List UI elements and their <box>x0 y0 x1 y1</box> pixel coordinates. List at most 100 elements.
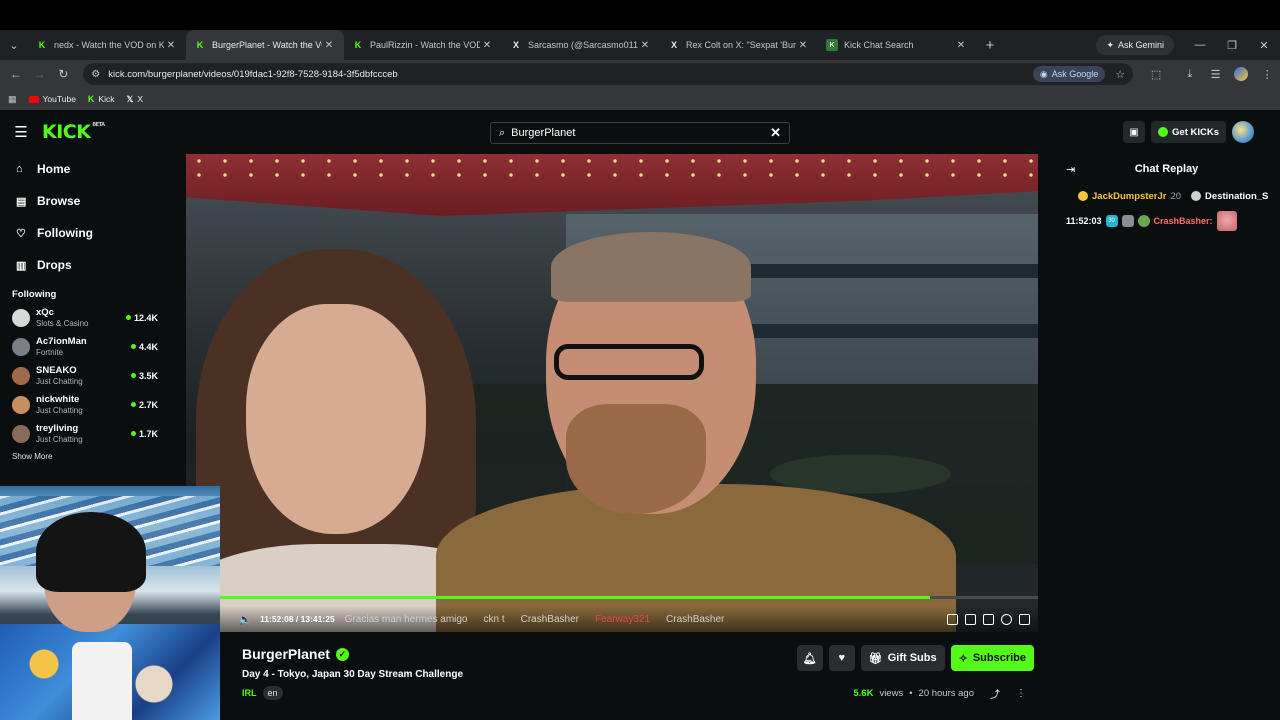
address-bar[interactable]: ⚙ kick.com/burgerplanet/videos/019fdac1-… <box>83 63 1134 85</box>
video-player[interactable] <box>186 154 1038 632</box>
tab-3[interactable]: X Sarcasmo (@Sarcasmo011011)✕ <box>502 30 660 60</box>
following-item[interactable]: Ac7ionMan Fortnite 4.4K <box>0 332 172 361</box>
viewer-count: 1.7K <box>130 429 172 439</box>
settings-gear-icon[interactable] <box>1001 613 1012 625</box>
minimize-icon[interactable]: — <box>1184 39 1216 51</box>
media-queue-icon[interactable]: ☰ <box>1203 68 1229 81</box>
avatar <box>12 366 30 385</box>
bookmark-kick[interactable]: K Kick <box>88 94 115 104</box>
clip-icon[interactable] <box>947 613 958 625</box>
live-dot-icon <box>130 344 136 349</box>
tab-close-icon[interactable]: ✕ <box>322 40 336 51</box>
language-tag[interactable]: en <box>262 686 283 700</box>
silver-badge-icon <box>1191 191 1202 201</box>
more-options-icon[interactable]: ⋮ <box>1016 688 1026 699</box>
x-logo-icon: X <box>670 40 677 50</box>
sidebar-item-label: Following <box>37 226 93 240</box>
kicks-coin-icon <box>1158 127 1169 137</box>
viewer-count-value: 2.7K <box>138 399 158 410</box>
site-info-icon[interactable]: ⚙ <box>91 69 100 80</box>
tab-close-icon[interactable]: ✕ <box>164 40 178 51</box>
bookmark-youtube[interactable]: YouTube <box>28 94 76 104</box>
clear-search-icon[interactable]: ✕ <box>770 125 781 141</box>
restore-icon[interactable]: ❐ <box>1216 39 1248 52</box>
tab-close-icon[interactable]: ✕ <box>796 40 810 51</box>
ask-google-button[interactable]: ◉ Ask Google <box>1032 66 1106 82</box>
back-arrow-icon[interactable]: ← <box>4 67 28 81</box>
gifter-name[interactable]: Destination_S <box>1205 191 1268 202</box>
following-item-text: SNEAKO Just Chatting <box>36 365 131 387</box>
tab-close-icon[interactable]: ✕ <box>954 40 968 51</box>
bookmark-x[interactable]: 𝕏 X <box>126 94 143 105</box>
share-icon[interactable]: ⤴ <box>990 686 1000 701</box>
tab-5[interactable]: K Kick Chat Search ✕ <box>818 30 976 60</box>
bookmark-star-icon[interactable]: ☆ <box>1115 68 1125 81</box>
following-item[interactable]: xQc Slots & Casino 12.4K <box>0 303 172 332</box>
x-logo-icon: 𝕏 <box>126 93 134 104</box>
tab-2[interactable]: K PaulRizzin - Watch the VOD on✕ <box>344 30 502 60</box>
channel-category: Slots & Casino <box>36 318 89 328</box>
tab-search-chevron-icon[interactable]: ⌄ <box>0 30 28 60</box>
tab-close-icon[interactable]: ✕ <box>638 40 652 51</box>
category-tag[interactable]: IRL <box>242 688 257 698</box>
seek-bar[interactable] <box>220 596 1038 599</box>
theater-mode-icon[interactable] <box>965 613 976 625</box>
reload-icon[interactable]: ↻ <box>52 67 76 81</box>
ask-gemini-button[interactable]: ✦ Ask Gemini <box>1096 35 1174 55</box>
sidebar-item-home[interactable]: ⌂ Home <box>0 153 172 185</box>
tab-close-icon[interactable]: ✕ <box>480 40 494 51</box>
fullscreen-icon[interactable] <box>1019 613 1030 625</box>
window-close-icon[interactable]: ✕ <box>1248 39 1280 52</box>
browser-menu-icon[interactable]: ⋮ <box>1254 68 1280 81</box>
hamburger-menu-icon[interactable]: ☰ <box>0 123 42 141</box>
sidebar-item-following[interactable]: ♡ Following <box>0 217 172 249</box>
tab-4[interactable]: X Rex Colt on X: "Sexpat 'BurgerP✕ <box>660 30 818 60</box>
search-input[interactable]: ⌕ BurgerPlanet ✕ <box>490 122 790 144</box>
sidebar-item-browse[interactable]: ▤ Browse <box>0 185 172 217</box>
volume-icon[interactable]: 🔈 <box>234 613 256 626</box>
dashboard-icon[interactable]: ▣ <box>1123 121 1146 143</box>
gifter-name[interactable]: JackDumpsterJr <box>1092 191 1166 202</box>
tab-0[interactable]: Knedx - Watch the VOD on Kick ✕ <box>28 30 186 60</box>
sidebar-item-drops[interactable]: ▥ Drops <box>0 249 172 281</box>
live-dot-icon <box>130 431 136 436</box>
user-avatar[interactable] <box>1232 121 1254 143</box>
extensions-icon[interactable]: ⬚ <box>1143 68 1169 81</box>
subscribe-button[interactable]: ✧ Subscribe <box>950 645 1034 671</box>
ticker-message: Fearway321 <box>594 613 651 625</box>
follow-heart-button[interactable]: ♥ <box>828 645 855 671</box>
url-text[interactable]: kick.com/burgerplanet/videos/019fdac1-92… <box>108 69 1033 80</box>
streamer-name[interactable]: BurgerPlanet <box>242 646 330 662</box>
tab-1[interactable]: K BurgerPlanet - Watch the VOD✕ <box>186 30 344 60</box>
viewer-count-value: 3.5K <box>138 370 158 381</box>
message-username[interactable]: CrashBasher: <box>1154 216 1213 226</box>
verified-badge-icon <box>1121 215 1134 227</box>
channel-category: Just Chatting <box>36 376 83 386</box>
following-list: xQc Slots & Casino 12.4K Ac7ionMan Fortnite 4… <box>0 303 172 448</box>
browser-profile-avatar[interactable] <box>1234 67 1249 81</box>
following-item[interactable]: treyliving Just Chatting 1.7K <box>0 419 172 448</box>
sidebar-item-label: Browse <box>37 194 81 208</box>
get-kicks-button[interactable]: Get KICKs <box>1151 121 1226 143</box>
gift-subs-button[interactable]: 🎁︎ Gift Subs <box>860 645 945 671</box>
collapse-chat-icon[interactable]: ⇥ <box>1066 163 1075 176</box>
gifter-count: 20 <box>1170 190 1182 202</box>
webcam-overlay <box>0 486 220 720</box>
notification-bell-button[interactable]: 🔔︎ <box>796 645 823 671</box>
pip-icon[interactable] <box>983 613 994 625</box>
lens-icon: ◉ <box>1039 68 1048 79</box>
message-timestamp: 11:52:03 <box>1066 216 1102 226</box>
new-tab-plus-icon[interactable]: + <box>976 37 1004 54</box>
meta-separator: • <box>909 688 913 699</box>
following-item-text: treyliving Just Chatting <box>36 423 131 445</box>
show-more-link[interactable]: Show More <box>0 452 172 461</box>
kick-logo[interactable]: KICK BETA <box>42 121 105 143</box>
webcam-hair <box>36 512 146 592</box>
forward-arrow-icon[interactable]: → <box>28 67 52 81</box>
avatar <box>12 395 30 414</box>
download-icon[interactable]: ⤓ <box>1177 68 1203 81</box>
following-item[interactable]: nickwhite Just Chatting 2.7K <box>0 390 172 419</box>
apps-grid-icon[interactable]: ▦ <box>8 94 17 105</box>
stream-age: 20 hours ago <box>918 688 974 699</box>
following-item[interactable]: SNEAKO Just Chatting 3.5K <box>0 361 172 390</box>
